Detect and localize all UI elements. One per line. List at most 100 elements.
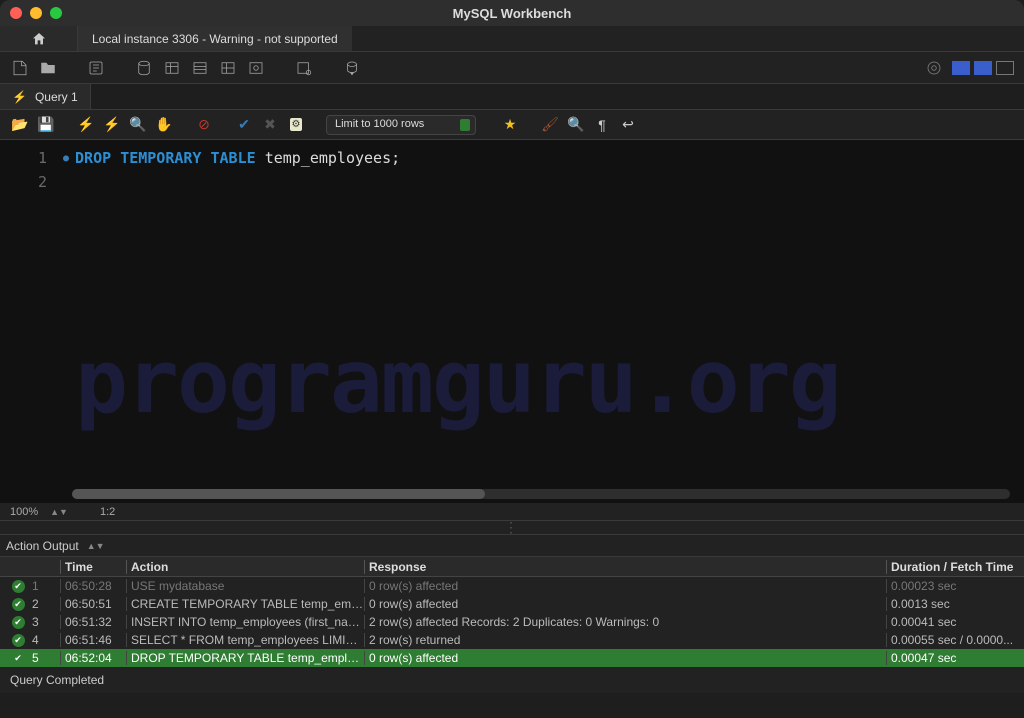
row-duration: 0.0013 sec [886,597,1020,611]
connection-tab-bar: Local instance 3306 - Warning - not supp… [0,26,1024,52]
col-action: Action [126,560,364,574]
main-toolbar [0,52,1024,84]
cursor-position: 1:2 [100,506,115,518]
success-icon: ✔ [12,580,25,593]
status-message: Query Completed [10,673,104,687]
query-tab[interactable]: ⚡ Query 1 [0,84,91,109]
settings-button[interactable] [924,58,944,78]
zoom-level: 100% [10,506,38,518]
output-header: Action Output ▲▼ [0,535,1024,557]
panel-toggle-group [952,61,1014,75]
open-sql-script-button[interactable] [38,58,58,78]
row-response: 2 row(s) returned [364,633,886,647]
save-file-button[interactable]: 💾 [36,115,56,135]
toggle-wrap-button[interactable]: ↩ [618,115,638,135]
editor-content[interactable]: ●DROP TEMPORARY TABLE temp_employees; [55,140,1024,503]
output-row[interactable]: ✔106:50:28USE mydatabase0 row(s) affecte… [0,577,1024,595]
toggle-autocommit-button[interactable]: ⊘ [194,115,214,135]
row-index: 3 [32,615,60,629]
editor-gutter: 1 2 [0,140,55,503]
row-index: 2 [32,597,60,611]
zoom-stepper-icon[interactable]: ▲▼ [50,507,68,517]
window-title: MySQL Workbench [0,6,1024,21]
reconnect-button[interactable] [342,58,362,78]
row-duration: 0.00041 sec [886,615,1020,629]
col-response: Response [364,560,886,574]
row-index: 5 [32,651,60,665]
row-response: 0 row(s) affected [364,597,886,611]
row-limit-select[interactable]: Limit to 1000 rows [326,115,476,135]
output-type-select[interactable]: Action Output [6,539,79,553]
toggle-left-panel-button[interactable] [952,61,970,75]
minimize-window-button[interactable] [30,7,42,19]
bolt-icon: ⚡ [12,90,27,104]
create-schema-button[interactable] [134,58,154,78]
window-controls [10,7,62,19]
find-button[interactable]: 🔍 [566,115,586,135]
output-row[interactable]: ✔506:52:04DROP TEMPORARY TABLE temp_empl… [0,649,1024,667]
create-procedure-button[interactable] [218,58,238,78]
rollback-button[interactable]: ✖ [260,115,280,135]
commit-button[interactable]: ✔ [234,115,254,135]
output-row[interactable]: ✔ 206:50:51CREATE TEMPORARY TABLE temp_em… [0,595,1024,613]
row-action: INSERT INTO temp_employees (first_name..… [126,615,364,629]
output-row[interactable]: ✔406:51:46SELECT * FROM temp_employees L… [0,631,1024,649]
create-table-button[interactable] [162,58,182,78]
row-limit-label: Limit to 1000 rows [326,115,476,135]
row-action: CREATE TEMPORARY TABLE temp_employ... [126,597,364,611]
favorite-button[interactable]: ★ [500,115,520,135]
sql-editor[interactable]: 1 2 ●DROP TEMPORARY TABLE temp_employees… [0,140,1024,503]
sql-keyword: TEMPORARY [120,149,201,167]
sql-punct: ; [391,149,400,167]
line-number: 2 [0,170,47,194]
execute-button[interactable]: ⚡ [76,115,96,135]
chevron-updown-icon: ▲▼ [87,541,105,551]
sql-keyword: TABLE [211,149,256,167]
row-response: 0 row(s) affected [364,579,886,593]
statement-marker-icon: ● [63,153,69,164]
success-icon: ✔ [12,634,25,647]
editor-horizontal-scrollbar[interactable] [72,489,1010,499]
stop-button[interactable]: ✋ [154,115,174,135]
home-tab[interactable] [0,26,78,51]
output-table-header: Time Action Response Duration / Fetch Ti… [0,557,1024,577]
toggle-right-panel-button[interactable] [996,61,1014,75]
row-duration: 0.00055 sec / 0.0000... [886,633,1020,647]
success-icon: ✔ [12,598,25,611]
connection-tab[interactable]: Local instance 3306 - Warning - not supp… [78,26,352,51]
row-time: 06:50:28 [60,579,126,593]
open-file-button[interactable]: 📂 [10,115,30,135]
new-query-tab-button[interactable] [10,58,30,78]
row-response: 2 row(s) affected Records: 2 Duplicates:… [364,615,886,629]
editor-toolbar: 📂 💾 ⚡ ⚡ 🔍 ✋ ⊘ ✔ ✖ ⚙ Limit to 1000 rows ★… [0,110,1024,140]
window-titlebar: MySQL Workbench [0,0,1024,26]
close-window-button[interactable] [10,7,22,19]
create-view-button[interactable] [190,58,210,78]
row-duration: 0.00023 sec [886,579,1020,593]
panel-splitter[interactable]: ⋮ [0,521,1024,535]
output-table: Time Action Response Duration / Fetch Ti… [0,557,1024,667]
inspector-button[interactable] [86,58,106,78]
beautify-button[interactable]: 🖌 [540,115,560,135]
execute-current-button[interactable]: ⚡ [102,115,122,135]
explain-button[interactable]: 🔍 [128,115,148,135]
col-time: Time [60,560,126,574]
row-time: 06:50:51 [60,597,126,611]
row-index: 4 [32,633,60,647]
row-action: DROP TEMPORARY TABLE temp_employees [126,651,364,665]
maximize-window-button[interactable] [50,7,62,19]
output-row[interactable]: ✔306:51:32INSERT INTO temp_employees (fi… [0,613,1024,631]
toggle-invisible-button[interactable]: ¶ [592,115,612,135]
toggle-bottom-panel-button[interactable] [974,61,992,75]
home-icon [31,31,47,47]
row-time: 06:51:46 [60,633,126,647]
create-function-button[interactable] [246,58,266,78]
col-duration: Duration / Fetch Time [886,560,1020,574]
row-time: 06:51:32 [60,615,126,629]
grip-icon: ⋮ [504,519,520,536]
sql-identifier: temp_employees [265,149,391,167]
row-index: 1 [32,579,60,593]
success-icon: ✔ [12,652,25,665]
search-table-data-button[interactable] [294,58,314,78]
toggle-limit-button[interactable]: ⚙ [286,115,306,135]
